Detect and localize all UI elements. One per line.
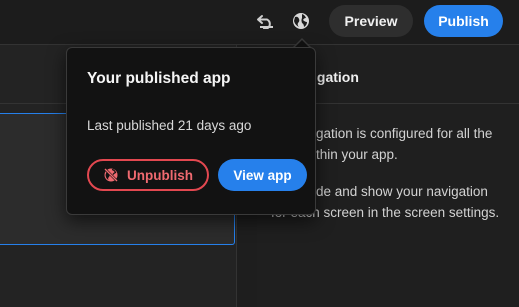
globe-icon[interactable] bbox=[290, 10, 312, 32]
navigation-info-line-2: ithin your app. bbox=[313, 147, 398, 162]
unpublish-button[interactable]: Unpublish bbox=[87, 159, 209, 191]
publish-button[interactable]: Publish bbox=[424, 5, 503, 37]
unpublish-label: Unpublish bbox=[127, 167, 193, 183]
top-toolbar: Preview Publish bbox=[0, 0, 519, 45]
navigation-panel-title: igation bbox=[313, 69, 359, 85]
preview-button[interactable]: Preview bbox=[329, 5, 413, 37]
view-app-button[interactable]: View app bbox=[218, 159, 307, 191]
last-published-text: Last published 21 days ago bbox=[87, 118, 252, 133]
published-app-popover: Your published app Last published 21 day… bbox=[66, 47, 316, 215]
navigation-info-line-3: ide and show your navigation bbox=[313, 184, 488, 199]
navigation-info-line-1: igation is configured for all the bbox=[313, 126, 493, 141]
globe-slash-icon bbox=[103, 167, 119, 183]
popover-title: Your published app bbox=[87, 70, 231, 87]
undo-icon[interactable] bbox=[255, 10, 277, 32]
